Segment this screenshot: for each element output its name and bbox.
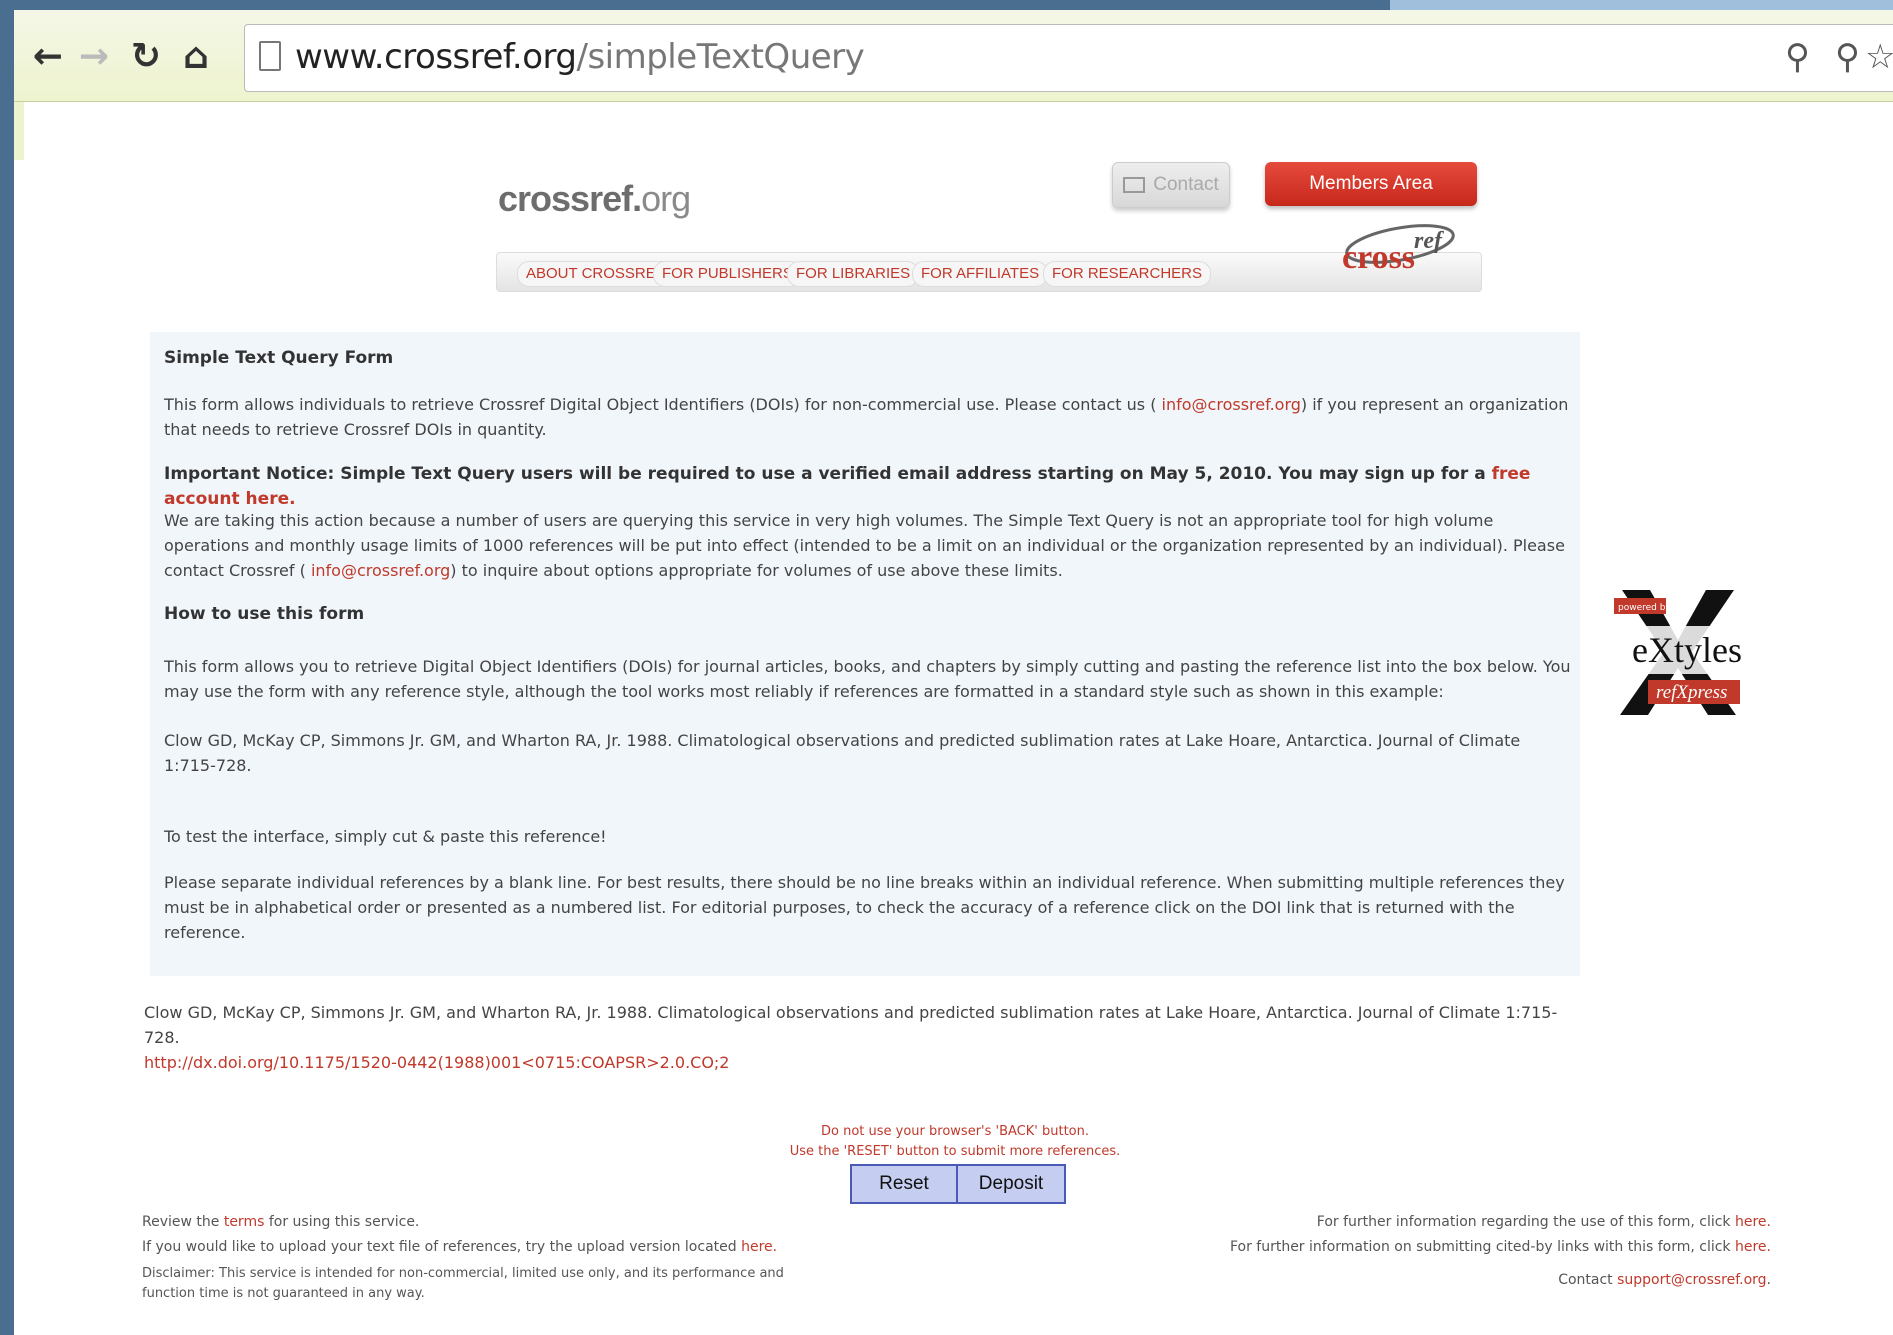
nav-for-affiliates[interactable]: FOR AFFILIATES bbox=[912, 261, 1049, 287]
svg-text:ref: ref bbox=[1414, 228, 1444, 254]
reset-button[interactable]: Reset bbox=[850, 1164, 958, 1204]
url-text[interactable]: www.crossref.org/simpleTextQuery bbox=[295, 37, 865, 77]
svg-text:eXtyles: eXtyles bbox=[1632, 630, 1742, 670]
contact-label: Contact bbox=[1153, 174, 1219, 195]
svg-text:powered by: powered by bbox=[1618, 603, 1671, 613]
deposit-button[interactable]: Deposit bbox=[956, 1164, 1066, 1204]
terms-text-1: Review the bbox=[142, 1214, 224, 1230]
test-instruction: To test the interface, simply cut & past… bbox=[164, 827, 607, 846]
mail-icon bbox=[1123, 177, 1146, 193]
nav-for-researchers[interactable]: FOR RESEARCHERS bbox=[1043, 261, 1212, 287]
star-icon[interactable]: ☆ bbox=[1865, 37, 1893, 77]
warning-line-1: Do not use your browser's 'BACK' button. bbox=[821, 1124, 1089, 1139]
site-nav: ABOUT CROSSREF FOR PUBLISHERS FOR LIBRAR… bbox=[496, 252, 1482, 292]
members-area-button[interactable]: Members Area bbox=[1265, 162, 1477, 206]
important-notice: Important Notice: Simple Text Query user… bbox=[164, 462, 1574, 512]
svg-text:cross: cross bbox=[1342, 239, 1415, 276]
extyles-logo[interactable]: powered by eXtyles refXpress bbox=[1614, 590, 1742, 715]
separation-instructions: Please separate individual references by… bbox=[164, 873, 1565, 942]
query-result: Clow GD, McKay CP, Simmons Jr. GM, and W… bbox=[144, 1000, 1564, 1075]
reload-icon[interactable]: ↻ bbox=[124, 34, 168, 78]
logo-main: crossref. bbox=[498, 178, 642, 219]
back-arrow-icon[interactable]: ← bbox=[26, 34, 70, 78]
url-path: /simpleTextQuery bbox=[576, 37, 865, 77]
support-email-link[interactable]: support@crossref.org bbox=[1617, 1272, 1766, 1288]
how-to-paragraph: This form allows you to retrieve Digital… bbox=[164, 657, 1571, 701]
upload-line: If you would like to upload your text fi… bbox=[142, 1235, 777, 1260]
notice-text: Important Notice: Simple Text Query user… bbox=[164, 464, 1492, 484]
svg-text:refXpress: refXpress bbox=[1656, 682, 1727, 703]
upload-link[interactable]: here. bbox=[741, 1239, 777, 1255]
members-area-label: Members Area bbox=[1309, 173, 1433, 194]
how-to-heading: How to use this form bbox=[164, 604, 365, 624]
intro-paragraph: This form allows individuals to retrieve… bbox=[164, 392, 1574, 442]
forward-arrow-icon[interactable]: → bbox=[72, 34, 116, 78]
zoom-icon[interactable]: ⚲ bbox=[1785, 37, 1810, 77]
info-usage-text: For further information regarding the us… bbox=[1316, 1214, 1735, 1230]
warning-line-2: Use the 'RESET' button to submit more re… bbox=[789, 1144, 1121, 1159]
terms-text-2: for using this service. bbox=[264, 1214, 420, 1230]
result-doi-link[interactable]: http://dx.doi.org/10.1175/1520-0442(1988… bbox=[144, 1050, 1564, 1075]
home-icon[interactable]: ⌂ bbox=[174, 34, 218, 78]
left-accent bbox=[14, 102, 24, 160]
upload-text: If you would like to upload your text fi… bbox=[142, 1239, 742, 1255]
info-citedby-link[interactable]: here. bbox=[1735, 1239, 1771, 1255]
terms-line: Review the terms for using this service. bbox=[142, 1210, 419, 1235]
support-contact-text: Contact bbox=[1558, 1272, 1618, 1288]
info-citedby-text: For further information on submitting ci… bbox=[1229, 1239, 1735, 1255]
usage-email-link[interactable]: info@crossref.org bbox=[311, 561, 450, 580]
result-citation: Clow GD, McKay CP, Simmons Jr. GM, and W… bbox=[144, 1003, 1558, 1047]
address-bar[interactable]: www.crossref.org/simpleTextQuery ⚲ ⚲ ☆ bbox=[244, 24, 1893, 92]
crossref-logo[interactable]: crossref.org bbox=[498, 178, 691, 220]
nav-for-libraries[interactable]: FOR LIBRARIES bbox=[787, 261, 920, 287]
page-icon bbox=[259, 41, 281, 71]
logo-tld: org bbox=[641, 178, 691, 219]
tab-strip-corner bbox=[1390, 0, 1893, 10]
support-contact-line: Contact support@crossref.org. bbox=[1558, 1268, 1771, 1293]
intro-text-1: This form allows individuals to retrieve… bbox=[164, 395, 1162, 414]
key-icon[interactable]: ⚲ bbox=[1835, 37, 1860, 77]
nav-about-crossref[interactable]: ABOUT CROSSREF bbox=[517, 261, 674, 287]
usage-limit-paragraph: We are taking this action because a numb… bbox=[164, 508, 1574, 583]
url-host: www.crossref.org bbox=[295, 37, 577, 77]
example-reference: Clow GD, McKay CP, Simmons Jr. GM, and W… bbox=[164, 731, 1521, 775]
browser-toolbar: ← → ↻ ⌂ www.crossref.org/simpleTextQuery… bbox=[14, 10, 1893, 102]
info-usage-line: For further information regarding the us… bbox=[1317, 1210, 1771, 1235]
usage-text-2: ) to inquire about options appropriate f… bbox=[450, 561, 1063, 580]
crossref-emblem: cross ref bbox=[1342, 224, 1455, 276]
intro-email-link[interactable]: info@crossref.org bbox=[1162, 395, 1301, 414]
form-title: Simple Text Query Form bbox=[164, 348, 394, 368]
info-usage-link[interactable]: here. bbox=[1735, 1214, 1771, 1230]
info-citedby-line: For further information on submitting ci… bbox=[1230, 1235, 1771, 1260]
nav-for-publishers[interactable]: FOR PUBLISHERS bbox=[653, 261, 802, 287]
disclaimer: Disclaimer: This service is intended for… bbox=[142, 1266, 784, 1301]
terms-link[interactable]: terms bbox=[224, 1214, 265, 1230]
support-contact-period: . bbox=[1766, 1272, 1771, 1288]
contact-button[interactable]: Contact bbox=[1112, 162, 1230, 208]
back-button-warning: Do not use your browser's 'BACK' button.… bbox=[780, 1122, 1130, 1162]
